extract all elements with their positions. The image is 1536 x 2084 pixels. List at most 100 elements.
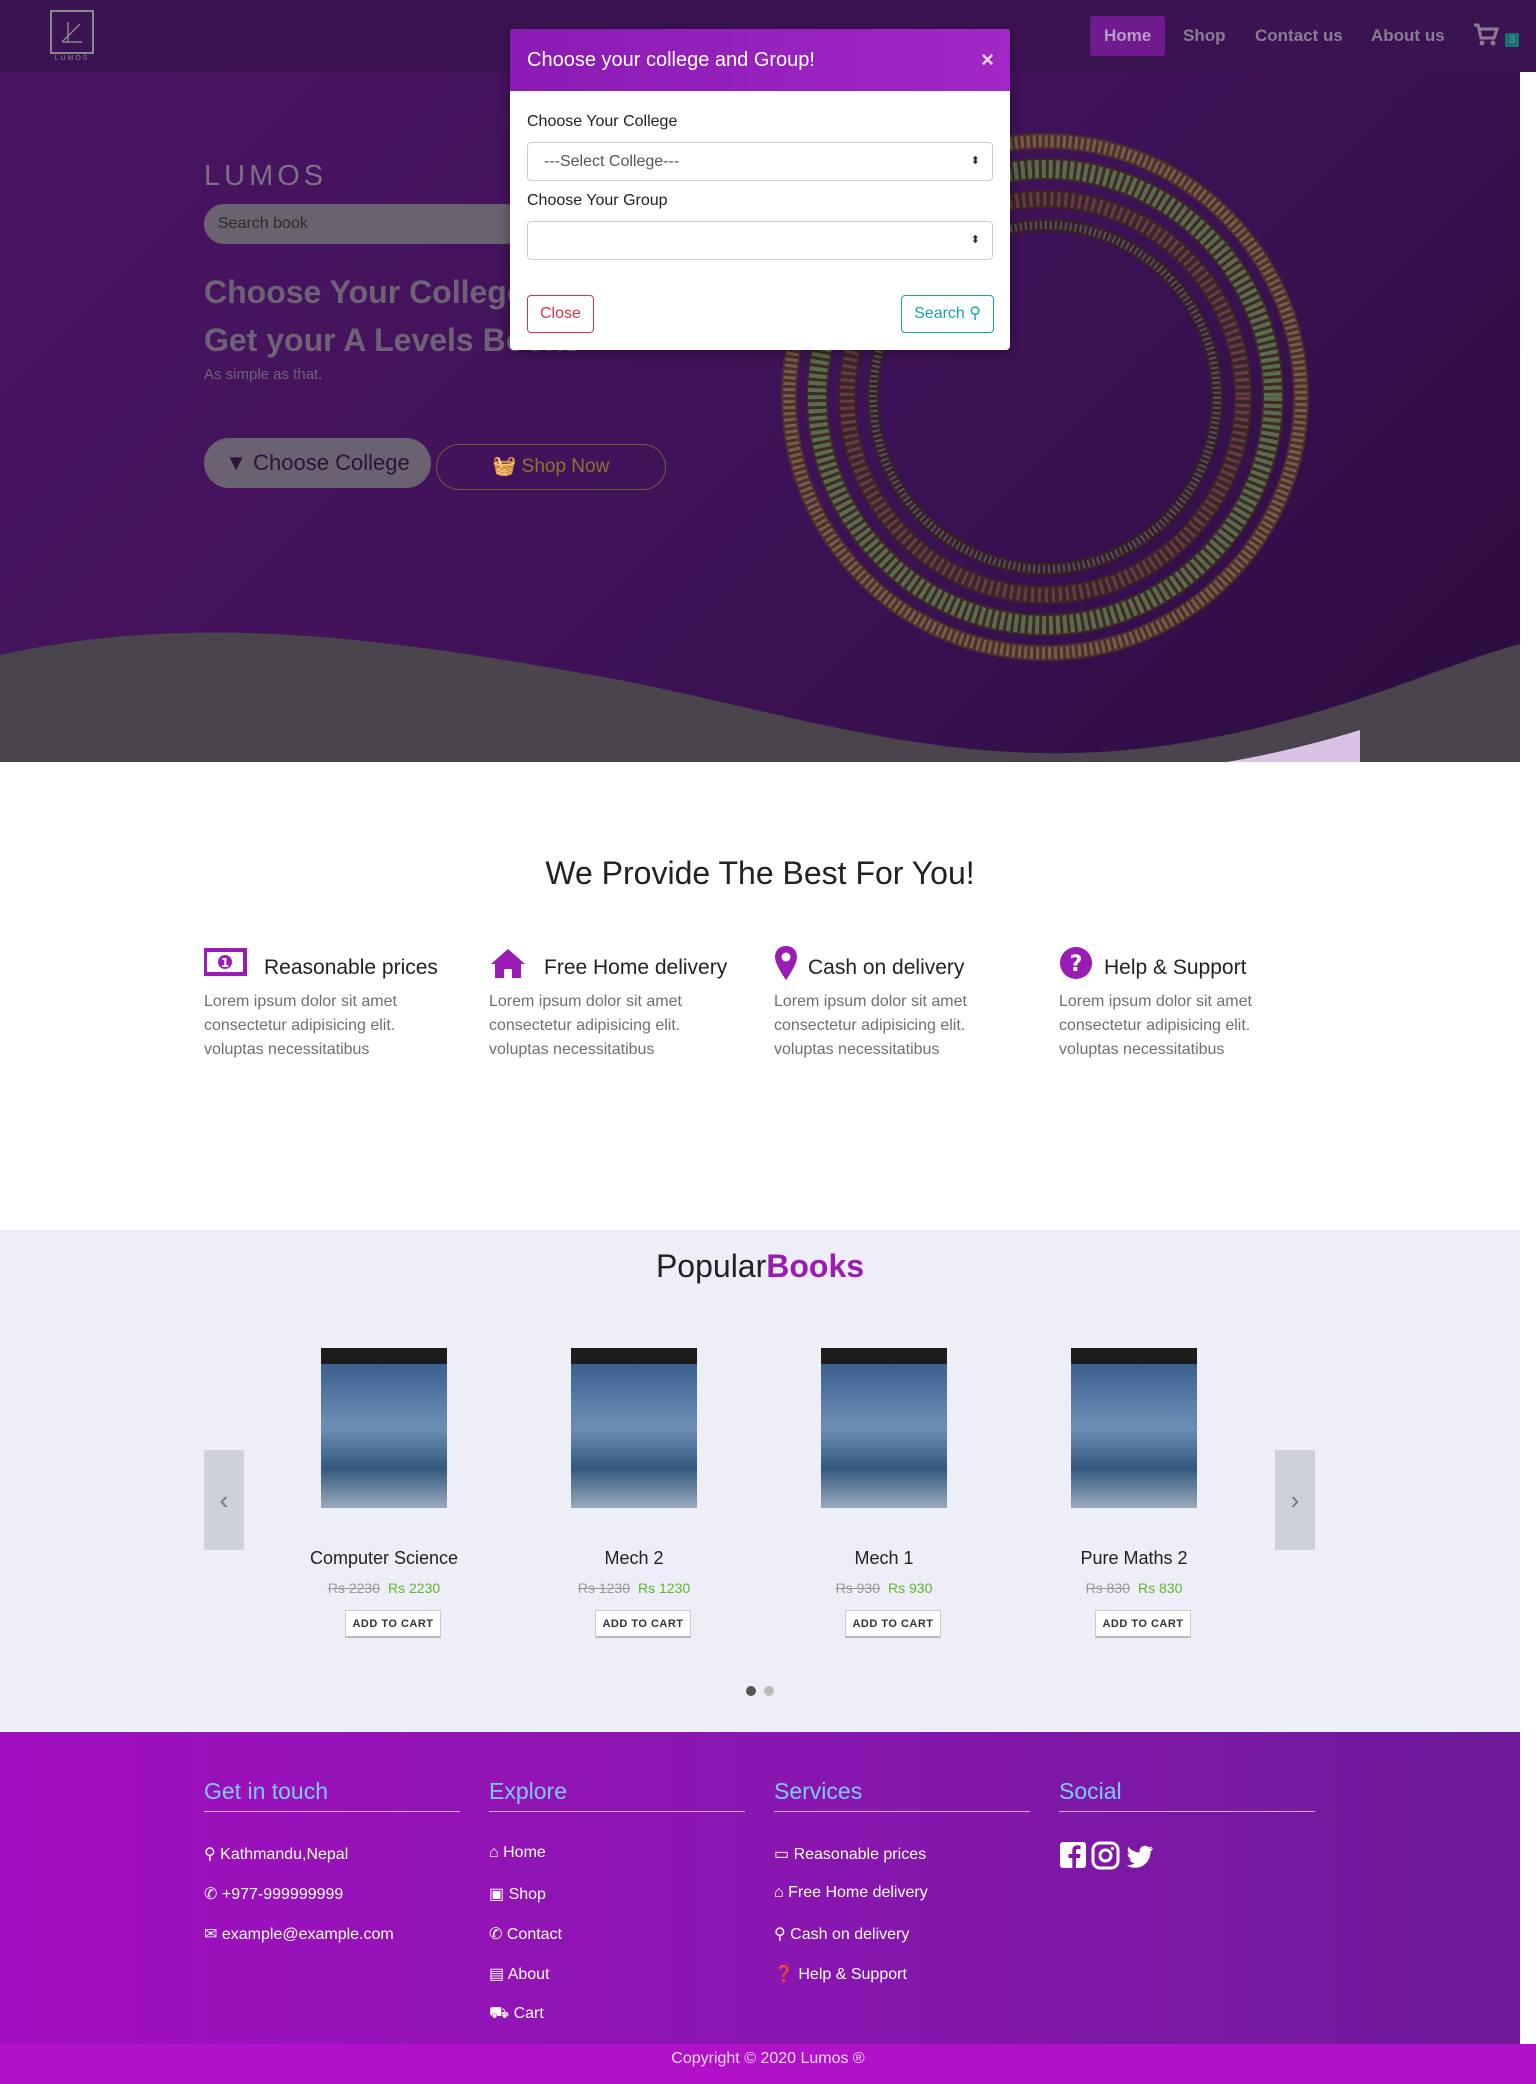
footer-heading: Explore [489, 1778, 745, 1812]
home-icon: ⌂ [489, 1844, 504, 1861]
book-price: Rs 2230 Rs 2230 [265, 1580, 503, 1596]
book-title[interactable]: Pure Maths 2 [1015, 1548, 1253, 1569]
feature-title: Help & Support [1104, 956, 1247, 979]
footer-heading: Social [1059, 1778, 1315, 1812]
instagram-icon[interactable] [1091, 1841, 1120, 1870]
footer-link-text: Home [503, 1844, 546, 1861]
old-price: Rs 830 [1085, 1580, 1130, 1596]
add-to-cart-button[interactable]: ADD TO CART [595, 1610, 691, 1638]
group-select[interactable]: ⬍ [527, 221, 993, 260]
footer-link-about[interactable]: ▤ About [489, 1964, 550, 1984]
footer-address: ⚲ Kathmandu,Nepal [204, 1844, 348, 1864]
modal-search-label: Search [914, 305, 965, 322]
carousel-dot[interactable] [764, 1686, 774, 1696]
book-title[interactable]: Mech 1 [765, 1548, 1003, 1569]
college-select-value: ---Select College--- [544, 153, 680, 170]
footer-address-text: Kathmandu,Nepal [220, 1846, 349, 1863]
feature-desc: Lorem ipsum dolor sit amet consectetur a… [1059, 993, 1252, 1058]
logo-text: LUMOS [54, 55, 90, 62]
book-cover-image[interactable] [321, 1348, 447, 1508]
feature-desc: Lorem ipsum dolor sit amet consectetur a… [204, 993, 397, 1058]
map-marker-icon: ⚲ [204, 1846, 221, 1863]
popular-title-plain: Popular [655, 1248, 767, 1284]
carousel-prev-button[interactable]: ‹ [204, 1450, 244, 1550]
twitter-icon[interactable] [1126, 1845, 1154, 1868]
money-icon: ▭ [774, 1846, 794, 1863]
social-icons [1060, 1841, 1154, 1870]
select-caret-icon: ⬍ [970, 234, 980, 246]
phone-icon: ✆ [204, 1886, 222, 1903]
book-cover-image[interactable] [571, 1348, 697, 1508]
book-cover-image[interactable] [1071, 1348, 1197, 1508]
footer-link-text: Contact [506, 1926, 562, 1943]
footer-service-cod[interactable]: ⚲ Cash on delivery [774, 1924, 909, 1944]
shop-now-label: Shop Now [521, 456, 610, 477]
hero-tagline: As simple as that. [204, 366, 323, 383]
footer-service-delivery[interactable]: ⌂ Free Home delivery [774, 1884, 928, 1902]
group-label: Choose Your Group [527, 192, 668, 209]
hero-search-input[interactable]: Search book [204, 204, 524, 244]
footer-service-help[interactable]: ❓ Help & Support [774, 1964, 907, 1984]
choose-college-button[interactable]: ▼ Choose College [204, 438, 431, 488]
filter-icon: ▼ [225, 450, 248, 475]
home-icon: ⌂ [774, 1884, 789, 1901]
old-price: Rs 2230 [327, 1580, 380, 1596]
footer-phone[interactable]: ✆ +977-999999999 [204, 1884, 343, 1904]
footer-service-text: Cash on delivery [790, 1926, 910, 1943]
footer-services: Services ▭ Reasonable prices ⌂ Free Home… [774, 1778, 1030, 1983]
book-title[interactable]: Computer Science [265, 1548, 503, 1569]
add-to-cart-button[interactable]: ADD TO CART [345, 1610, 441, 1638]
footer-link-home[interactable]: ⌂ Home [489, 1844, 546, 1862]
nav-shop[interactable]: Shop [1169, 16, 1240, 56]
carousel-next-button[interactable]: › [1275, 1450, 1315, 1550]
choose-college-label: Choose College [253, 450, 410, 475]
nav-home[interactable]: Home [1090, 16, 1166, 56]
hero-brand: LUMOS [204, 160, 328, 192]
envelope-icon: ✉ [204, 1926, 222, 1943]
home-icon [491, 949, 525, 978]
book-cover-image[interactable] [821, 1348, 947, 1508]
modal-title: Choose your college and Group! [527, 49, 815, 71]
footer-link-text: Cart [513, 2005, 544, 2022]
basket-icon: ▣ [489, 1886, 509, 1903]
chevron-left-icon: ‹ [219, 1485, 229, 1515]
cart-icon[interactable] [1472, 22, 1500, 48]
book-title[interactable]: Mech 2 [515, 1548, 753, 1569]
old-price: Rs 1230 [577, 1580, 630, 1596]
footer-service-prices[interactable]: ▭ Reasonable prices [774, 1844, 926, 1864]
footer-link-contact[interactable]: ✆ Contact [489, 1924, 562, 1944]
footer: Get in touch ⚲ Kathmandu,Nepal ✆ +977-99… [0, 1732, 1520, 2044]
footer-get-in-touch: Get in touch ⚲ Kathmandu,Nepal ✆ +977-99… [204, 1778, 460, 1943]
modal-close-icon[interactable]: × [981, 29, 994, 91]
popular-title-accent: Books [766, 1248, 865, 1284]
book-price: Rs 830 Rs 830 [1015, 1580, 1253, 1596]
nav-contact[interactable]: Contact us [1241, 16, 1357, 56]
book-icon: ▤ [489, 1966, 508, 1983]
chevron-right-icon: › [1290, 1485, 1300, 1515]
footer-link-shop[interactable]: ▣ Shop [489, 1884, 546, 1904]
shop-now-button[interactable]: 🧺 Shop Now [436, 444, 666, 490]
college-select[interactable]: ---Select College--- ⬍ [527, 142, 993, 181]
add-to-cart-button[interactable]: ADD TO CART [1095, 1610, 1191, 1638]
facebook-icon[interactable] [1060, 1842, 1086, 1868]
money-icon: 1 [204, 948, 247, 976]
carousel-dot-active[interactable] [746, 1686, 756, 1696]
footer-email-text: example@example.com [221, 1926, 394, 1943]
modal-search-button[interactable]: Search ⚲ [901, 295, 994, 333]
price: Rs 830 [1138, 1580, 1183, 1596]
logo[interactable] [50, 10, 94, 54]
copyright: Copyright © 2020 Lumos ® [0, 2044, 1536, 2084]
footer-link-cart[interactable]: ⛟ Cart [489, 2004, 544, 2024]
nav-about[interactable]: About us [1357, 16, 1459, 56]
modal-close-button[interactable]: Close [527, 295, 594, 333]
add-to-cart-button[interactable]: ADD TO CART [845, 1610, 941, 1638]
price: Rs 1230 [638, 1580, 691, 1596]
footer-explore: Explore ⌂ Home ▣ Shop ✆ Contact ▤ About … [489, 1778, 745, 2022]
cart-count-badge: 3 [1505, 33, 1520, 47]
price: Rs 2230 [388, 1580, 441, 1596]
logo-mark-icon [61, 22, 82, 43]
footer-service-text: Help & Support [798, 1966, 907, 1983]
footer-email[interactable]: ✉ example@example.com [204, 1924, 394, 1944]
footer-link-text: Shop [508, 1886, 546, 1903]
cart-icon: ⛟ [489, 2005, 514, 2022]
